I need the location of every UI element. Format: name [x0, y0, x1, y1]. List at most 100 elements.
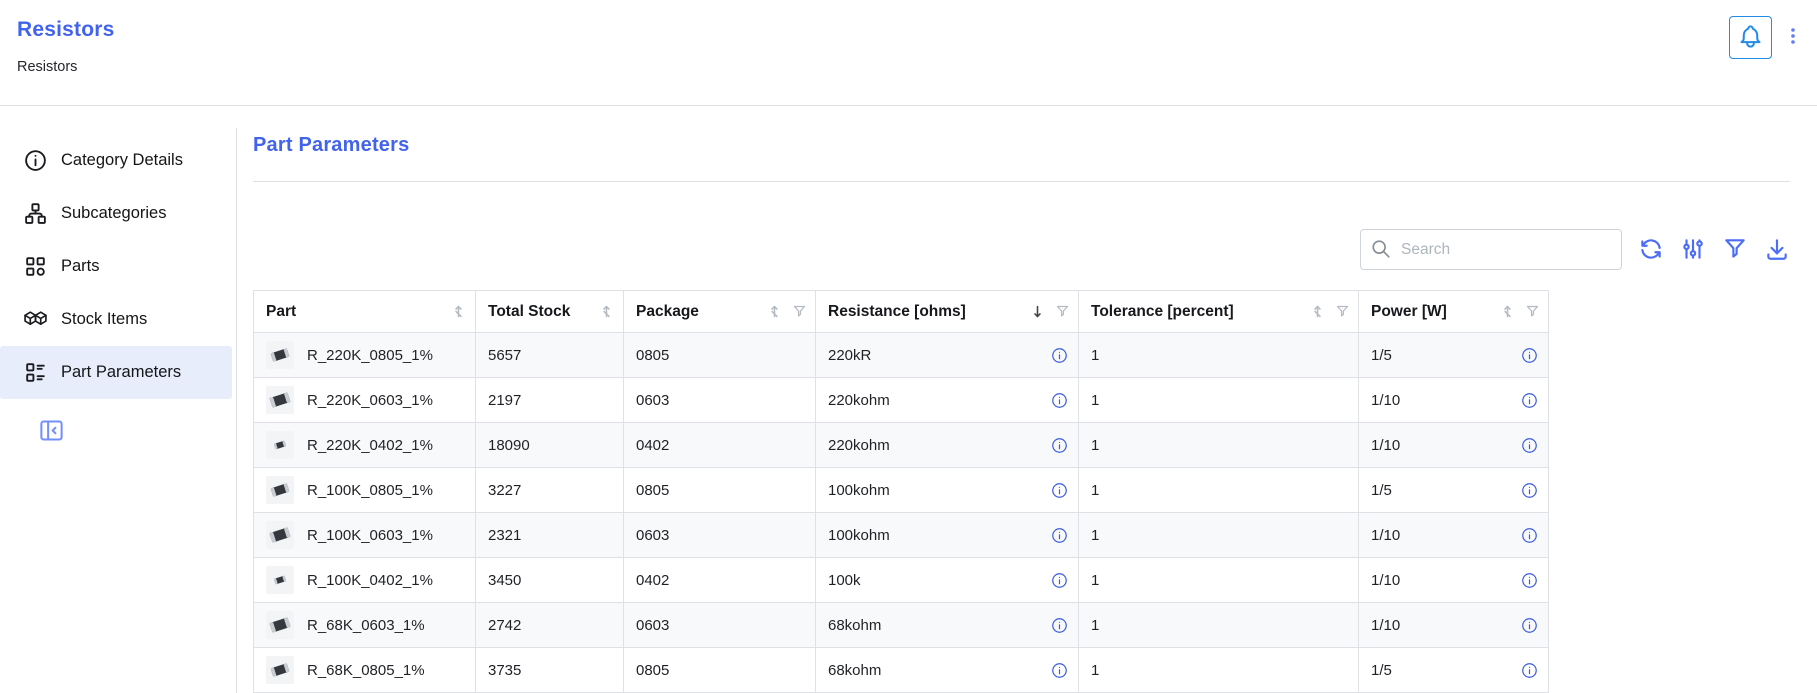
sidebar-item-label: Category Details [61, 151, 183, 170]
sidebar-item-label: Stock Items [61, 310, 147, 329]
column-header-package[interactable]: Package [624, 291, 816, 333]
sidebar-item-category-details[interactable]: Category Details [0, 134, 232, 187]
column-label: Package [636, 303, 699, 321]
total-stock-cell: 5657 [476, 333, 624, 378]
table-row[interactable]: R_100K_0603_1% 2321 0603 100kohm 1 1/10 [254, 513, 1549, 558]
info-circle-icon [23, 148, 48, 173]
part-name: R_220K_0402_1% [307, 437, 433, 454]
search-input[interactable] [1360, 229, 1622, 270]
refresh-button[interactable] [1637, 236, 1664, 263]
power-value: 1/5 [1371, 347, 1392, 364]
info-icon[interactable] [1521, 392, 1538, 409]
total-stock-cell: 3227 [476, 468, 624, 513]
filter-icon [1722, 250, 1748, 265]
download-icon [1764, 250, 1790, 265]
table-row[interactable]: R_220K_0603_1% 2197 0603 220kohm 1 1/10 [254, 378, 1549, 423]
download-button[interactable] [1763, 236, 1790, 263]
info-icon[interactable] [1521, 347, 1538, 364]
part-name: R_100K_0603_1% [307, 527, 433, 544]
resistance-value: 100kohm [828, 527, 890, 544]
info-icon[interactable] [1051, 527, 1068, 544]
package-cell: 0603 [624, 513, 816, 558]
sidebar-item-part-parameters[interactable]: Part Parameters [0, 346, 232, 399]
table-row[interactable]: R_220K_0402_1% 18090 0402 220kohm 1 1/10 [254, 423, 1549, 468]
category-icon [23, 254, 48, 279]
info-icon[interactable] [1051, 347, 1068, 364]
column-header-power[interactable]: Power [W] [1359, 291, 1549, 333]
info-icon[interactable] [1051, 572, 1068, 589]
column-header-part[interactable]: Part [254, 291, 476, 333]
part-thumbnail [266, 521, 294, 549]
power-value: 1/10 [1371, 437, 1400, 454]
table-row[interactable]: R_68K_0603_1% 2742 0603 68kohm 1 1/10 [254, 603, 1549, 648]
info-icon[interactable] [1521, 662, 1538, 679]
sidebar-item-stock-items[interactable]: Stock Items [0, 293, 232, 346]
table-row[interactable]: R_220K_0805_1% 5657 0805 220kR 1 1/5 [254, 333, 1549, 378]
column-filter-icon[interactable] [1335, 304, 1350, 319]
part-thumbnail [266, 566, 294, 594]
column-header-tolerance[interactable]: Tolerance [percent] [1079, 291, 1359, 333]
info-icon[interactable] [1521, 527, 1538, 544]
tolerance-cell: 1 [1079, 603, 1359, 648]
power-value: 1/10 [1371, 527, 1400, 544]
info-icon[interactable] [1051, 662, 1068, 679]
collapse-sidebar-button[interactable] [38, 417, 65, 444]
sort-icon[interactable] [598, 303, 615, 320]
filter-button[interactable] [1721, 236, 1748, 263]
sidebar-item-label: Part Parameters [61, 363, 181, 382]
column-label: Tolerance [percent] [1091, 303, 1234, 321]
sidebar-items: Category Details SubcategoriesParts Stock … [0, 106, 237, 399]
table-settings-button[interactable] [1679, 236, 1706, 263]
sort-icon[interactable] [1499, 303, 1516, 320]
column-header-resistance[interactable]: Resistance [ohms] [816, 291, 1079, 333]
column-filter-icon[interactable] [792, 304, 807, 319]
part-thumbnail [266, 656, 294, 684]
section-title: Part Parameters [253, 134, 1790, 157]
info-icon[interactable] [1051, 392, 1068, 409]
column-filter-icon[interactable] [1525, 304, 1540, 319]
column-label: Total Stock [488, 303, 570, 321]
panel-left-collapse-icon [38, 432, 65, 447]
sidebar-item-subcategories[interactable]: Subcategories [0, 187, 232, 240]
power-value: 1/5 [1371, 482, 1392, 499]
resistance-value: 68kohm [828, 662, 881, 679]
notifications-button[interactable] [1729, 16, 1772, 59]
column-label: Power [W] [1371, 303, 1447, 321]
header-actions [1729, 16, 1802, 59]
total-stock-cell: 2742 [476, 603, 624, 648]
power-value: 1/10 [1371, 392, 1400, 409]
resistance-value: 220kR [828, 347, 871, 364]
total-stock-cell: 3735 [476, 648, 624, 693]
part-thumbnail [266, 476, 294, 504]
table-row[interactable]: R_100K_0805_1% 3227 0805 100kohm 1 1/5 [254, 468, 1549, 513]
dots-vertical-icon [1784, 27, 1802, 48]
info-icon[interactable] [1051, 617, 1068, 634]
total-stock-cell: 2197 [476, 378, 624, 423]
breadcrumb[interactable]: Resistors [17, 59, 1817, 75]
info-icon[interactable] [1521, 617, 1538, 634]
column-filter-icon[interactable] [1055, 304, 1070, 319]
bell-icon [1737, 23, 1764, 53]
tolerance-cell: 1 [1079, 468, 1359, 513]
sort-icon[interactable] [450, 303, 467, 320]
package-cell: 0603 [624, 603, 816, 648]
info-icon[interactable] [1521, 437, 1538, 454]
sort-desc-icon[interactable] [1029, 303, 1046, 320]
sort-icon[interactable] [1309, 303, 1326, 320]
sort-icon[interactable] [766, 303, 783, 320]
tolerance-cell: 1 [1079, 378, 1359, 423]
table-row[interactable]: R_100K_0402_1% 3450 0402 100k 1 1/10 [254, 558, 1549, 603]
package-cell: 0805 [624, 333, 816, 378]
power-value: 1/5 [1371, 662, 1392, 679]
package-cell: 0402 [624, 423, 816, 468]
overflow-menu-button[interactable] [1784, 16, 1802, 59]
column-header-stock[interactable]: Total Stock [476, 291, 624, 333]
table-toolbar [253, 229, 1790, 270]
package-cell: 0402 [624, 558, 816, 603]
info-icon[interactable] [1521, 482, 1538, 499]
info-icon[interactable] [1051, 437, 1068, 454]
info-icon[interactable] [1051, 482, 1068, 499]
table-row[interactable]: R_68K_0805_1% 3735 0805 68kohm 1 1/5 [254, 648, 1549, 693]
info-icon[interactable] [1521, 572, 1538, 589]
sidebar-item-parts[interactable]: Parts [0, 240, 232, 293]
